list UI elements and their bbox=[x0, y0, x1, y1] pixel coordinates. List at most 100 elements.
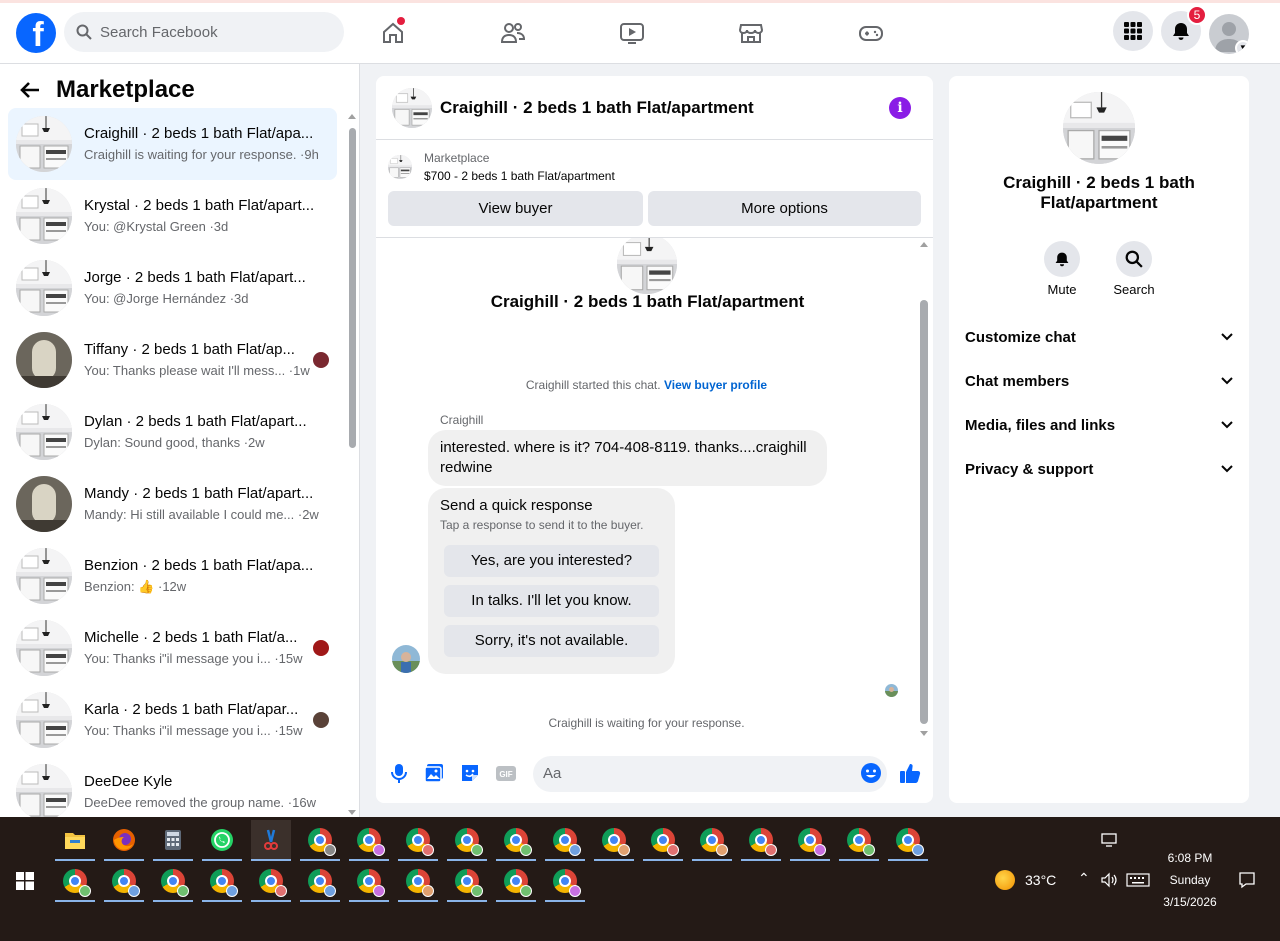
marketplace-icon bbox=[738, 24, 764, 43]
tray-chevron-up-icon[interactable]: ⌃ bbox=[1078, 870, 1090, 887]
chrome-profile-taskbar-button[interactable] bbox=[545, 861, 585, 902]
quick-reply-button[interactable]: In talks. I'll let you know. bbox=[444, 585, 659, 617]
temperature[interactable]: 33°C bbox=[1025, 872, 1056, 888]
chat-avatar[interactable] bbox=[392, 87, 432, 128]
search-box[interactable] bbox=[64, 12, 344, 52]
photo-icon[interactable] bbox=[423, 762, 445, 784]
menu-button[interactable] bbox=[1113, 11, 1153, 51]
calculator-taskbar-button[interactable] bbox=[153, 820, 193, 861]
chevron-down-icon bbox=[1221, 421, 1233, 429]
more-options-button[interactable]: More options bbox=[648, 191, 921, 226]
network-display-icon[interactable] bbox=[1101, 832, 1119, 848]
conversation-item[interactable]: Mandy · 2 beds 1 bath Flat/apart... Mandy… bbox=[8, 468, 337, 540]
privacy-support-section[interactable]: Privacy & support bbox=[965, 454, 1233, 484]
search-conversation-button[interactable]: Search bbox=[1104, 241, 1164, 297]
keyboard-icon[interactable] bbox=[1126, 873, 1150, 887]
info-icon[interactable]: i bbox=[889, 97, 911, 119]
chrome-profile-taskbar-button[interactable] bbox=[104, 861, 144, 902]
conversation-item[interactable]: Jorge · 2 beds 1 bath Flat/apart... You: … bbox=[8, 252, 337, 324]
conversation-item[interactable]: Krystal · 2 beds 1 bath Flat/apart... You… bbox=[8, 180, 337, 252]
chrome-profile-taskbar-button[interactable] bbox=[594, 820, 634, 861]
sender-avatar[interactable] bbox=[392, 645, 420, 673]
quick-reply-button[interactable]: Yes, are you interested? bbox=[444, 545, 659, 577]
conversation-item[interactable]: Michelle · 2 beds 1 bath Flat/a... You: T… bbox=[8, 612, 337, 684]
conversation-title: Karla · 2 beds 1 bath Flat/apar... bbox=[84, 701, 299, 718]
media-files-links-section[interactable]: Media, files and links bbox=[965, 410, 1233, 440]
emoji-icon[interactable] bbox=[860, 762, 882, 784]
chrome-profile-taskbar-button[interactable] bbox=[251, 861, 291, 902]
details-title[interactable]: Craighill · 2 beds 1 bath Flat/apartment bbox=[979, 173, 1219, 213]
chrome-profile-taskbar-button[interactable] bbox=[300, 820, 340, 861]
mute-button[interactable]: Mute bbox=[1032, 241, 1092, 297]
conversation-snippet: Dylan: Sound good, thanks ·2w bbox=[84, 435, 265, 450]
video-nav-button[interactable] bbox=[612, 11, 652, 55]
chrome-profile-taskbar-button[interactable] bbox=[349, 861, 389, 902]
back-arrow-icon[interactable] bbox=[20, 81, 40, 99]
conversation-scrollbar[interactable] bbox=[346, 112, 358, 817]
facebook-logo-icon[interactable]: f bbox=[16, 13, 56, 53]
chrome-profile-taskbar-button[interactable] bbox=[300, 861, 340, 902]
chrome-profile-taskbar-button[interactable] bbox=[153, 861, 193, 902]
conversation-item[interactable]: Benzion · 2 beds 1 bath Flat/apa... Benzi… bbox=[8, 540, 337, 612]
chrome-profile-taskbar-button[interactable] bbox=[790, 820, 830, 861]
chrome-profile-taskbar-button[interactable] bbox=[496, 861, 536, 902]
conversation-snippet: You: Thanks please wait I'll mess... ·1w bbox=[84, 363, 310, 378]
firefox-taskbar-button[interactable] bbox=[104, 820, 144, 861]
conversation-item[interactable]: Karla · 2 beds 1 bath Flat/apar... You: T… bbox=[8, 684, 337, 756]
microphone-icon[interactable] bbox=[388, 762, 410, 784]
whatsapp-taskbar-button[interactable] bbox=[202, 820, 242, 861]
message-bubble[interactable]: interested. where is it? 704-408-8119. t… bbox=[428, 430, 827, 486]
chrome-profile-taskbar-button[interactable] bbox=[398, 861, 438, 902]
notifications-button[interactable]: 5 bbox=[1161, 5, 1207, 51]
chrome-profile-taskbar-button[interactable] bbox=[202, 861, 242, 902]
chat-members-section[interactable]: Chat members bbox=[965, 366, 1233, 396]
thumbs-up-icon[interactable] bbox=[899, 762, 921, 784]
gaming-nav-button[interactable] bbox=[851, 11, 891, 55]
chrome-profile-taskbar-button[interactable] bbox=[692, 820, 732, 861]
chrome-profile-taskbar-button[interactable] bbox=[839, 820, 879, 861]
home-nav-button[interactable] bbox=[373, 11, 413, 55]
chrome-profile-taskbar-button[interactable] bbox=[888, 820, 928, 861]
chrome-profile-taskbar-button[interactable] bbox=[545, 820, 585, 861]
file-explorer-taskbar-button[interactable] bbox=[55, 820, 95, 861]
notification-center-icon[interactable] bbox=[1238, 871, 1256, 889]
chrome-profile-taskbar-button[interactable] bbox=[643, 820, 683, 861]
account-avatar[interactable]: ▼ bbox=[1209, 14, 1249, 54]
windows-start-icon[interactable] bbox=[16, 872, 34, 890]
conversation-item[interactable]: Dylan · 2 beds 1 bath Flat/apart... Dylan… bbox=[8, 396, 337, 468]
listing-summary[interactable]: $700 - 2 beds 1 bath Flat/apartment bbox=[424, 167, 615, 185]
snipping-tool-taskbar-button[interactable] bbox=[251, 820, 291, 861]
view-buyer-profile-link[interactable]: View buyer profile bbox=[664, 378, 767, 392]
chrome-profile-taskbar-button[interactable] bbox=[447, 861, 487, 902]
weather-sun-icon[interactable] bbox=[995, 870, 1015, 890]
marketplace-nav-button[interactable] bbox=[731, 11, 771, 55]
volume-icon[interactable] bbox=[1100, 872, 1118, 888]
customize-chat-section[interactable]: Customize chat bbox=[965, 322, 1233, 352]
chrome-profile-taskbar-button[interactable] bbox=[496, 820, 536, 861]
gif-icon[interactable]: GIF bbox=[495, 762, 517, 784]
quick-reply-button[interactable]: Sorry, it's not available. bbox=[444, 625, 659, 657]
chrome-profile-taskbar-button[interactable] bbox=[349, 820, 389, 861]
view-buyer-button[interactable]: View buyer bbox=[388, 191, 643, 226]
clock-date[interactable]: 3/15/2026 bbox=[1160, 895, 1220, 909]
message-input[interactable] bbox=[543, 765, 843, 782]
chrome-profile-taskbar-button[interactable] bbox=[447, 820, 487, 861]
conversation-item[interactable]: Craighill · 2 beds 1 bath Flat/apa... Cra… bbox=[8, 108, 337, 180]
conversation-title: Dylan · 2 beds 1 bath Flat/apart... bbox=[84, 413, 307, 430]
thread-scrollbar[interactable] bbox=[917, 238, 931, 738]
chrome-profile-taskbar-button[interactable] bbox=[398, 820, 438, 861]
chat-title[interactable]: Craighill · 2 beds 1 bath Flat/apartment bbox=[440, 98, 754, 118]
conversation-item[interactable]: Tiffany · 2 beds 1 bath Flat/ap... You: T… bbox=[8, 324, 337, 396]
details-avatar[interactable] bbox=[1063, 92, 1135, 164]
clock-time[interactable]: 6:08 PM bbox=[1160, 851, 1220, 865]
clock-day[interactable]: Sunday bbox=[1160, 873, 1220, 887]
svg-text:GIF: GIF bbox=[499, 770, 512, 779]
window-scrollbar[interactable] bbox=[1266, 64, 1280, 817]
chrome-profile-taskbar-button[interactable] bbox=[55, 861, 95, 902]
firefox-icon bbox=[113, 829, 135, 851]
chrome-profile-taskbar-button[interactable] bbox=[741, 820, 781, 861]
friends-nav-button[interactable] bbox=[493, 11, 533, 55]
message-input-box[interactable] bbox=[533, 756, 887, 792]
search-input[interactable] bbox=[100, 23, 320, 41]
sticker-icon[interactable] bbox=[459, 762, 481, 784]
